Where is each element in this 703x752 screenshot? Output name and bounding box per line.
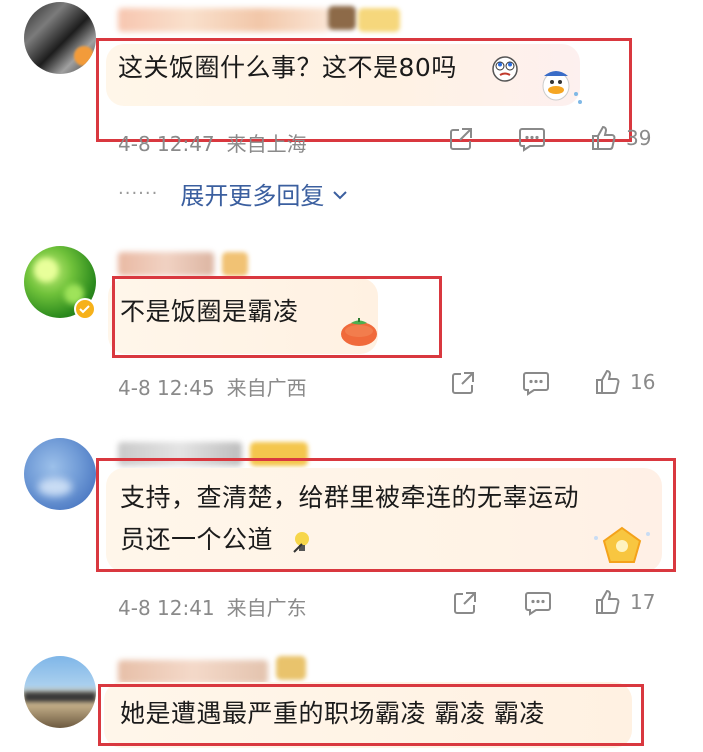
dots-separator: ······ [118, 183, 159, 204]
reply-button[interactable] [524, 590, 552, 616]
comment-item: 这关饭圈什么事？这不是80吗 4-8 12:47 来自上海 39 [0, 0, 703, 176]
highlight-box [98, 684, 644, 746]
location: 来自上海 [226, 132, 307, 156]
user-badge [222, 252, 248, 276]
timestamp: 4-8 12:41 [118, 596, 215, 620]
thumbs-up-icon [592, 125, 616, 150]
highlight-box [96, 458, 676, 572]
comment-item: 支持，查清楚，给群里被牵连的无辜运动 员还一个公道 4-8 12:41 来自广东 … [0, 428, 703, 624]
location: 来自广西 [226, 376, 307, 400]
thumbs-up-icon [596, 369, 620, 394]
like-count: 17 [630, 590, 656, 614]
user-badge [328, 6, 356, 30]
like-count: 16 [630, 370, 656, 394]
share-icon [454, 592, 476, 614]
comment-meta: 4-8 12:41 来自广东 [118, 592, 307, 621]
comment-meta: 4-8 12:45 来自广西 [118, 372, 307, 401]
thumbs-up-icon [596, 589, 620, 614]
comment-icon [519, 128, 545, 152]
like-count: 39 [626, 126, 652, 150]
like-button[interactable]: 17 [594, 588, 655, 616]
share-button[interactable] [450, 370, 476, 396]
comment-icon [523, 372, 549, 396]
chevron-down-icon [333, 190, 348, 199]
comment-icon [525, 592, 551, 616]
username[interactable] [118, 8, 330, 32]
share-icon [450, 128, 472, 150]
comment-meta: 4-8 12:47 来自上海 [118, 128, 307, 157]
username[interactable] [118, 252, 214, 276]
avatar[interactable] [24, 2, 96, 74]
like-button[interactable]: 16 [594, 368, 655, 396]
verified-badge-icon [74, 298, 96, 320]
expand-replies-label: 展开更多回复 [180, 182, 325, 210]
expand-replies-link[interactable]: ······ 展开更多回复 [118, 176, 348, 211]
comment-item: 不是饭圈是霸凌 4-8 12:45 来自广西 16 [0, 240, 703, 420]
share-icon [452, 372, 474, 394]
comment-item: 她是遭遇最严重的职场霸凌 霸凌 霸凌 [0, 648, 703, 752]
username[interactable] [118, 660, 268, 684]
like-button[interactable]: 39 [590, 124, 651, 152]
user-badge [276, 656, 306, 680]
reply-button[interactable] [518, 126, 546, 152]
user-badge [358, 8, 400, 32]
avatar[interactable] [24, 656, 96, 728]
avatar[interactable] [24, 438, 96, 510]
highlight-box [112, 276, 442, 358]
highlight-box [96, 38, 632, 142]
timestamp: 4-8 12:45 [118, 376, 215, 400]
reply-button[interactable] [522, 370, 550, 396]
timestamp: 4-8 12:47 [118, 132, 215, 156]
share-button[interactable] [448, 126, 474, 152]
share-button[interactable] [452, 590, 478, 616]
location: 来自广东 [226, 596, 307, 620]
